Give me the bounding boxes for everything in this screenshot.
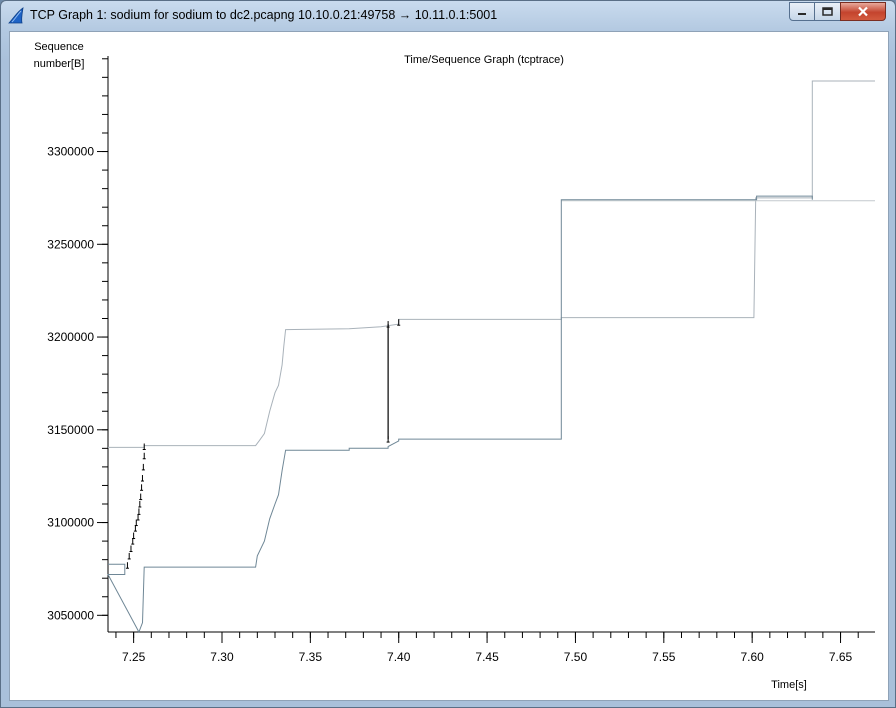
x-tick-label: 7.40 [387,650,411,664]
x-tick-label: 7.65 [829,650,853,664]
window-title: TCP Graph 1: sodium for sodium to dc2.pc… [30,8,498,22]
close-icon [858,6,868,17]
maximize-icon [822,7,833,16]
x-tick-label: 7.45 [475,650,499,664]
minimize-icon [798,12,806,15]
x-tick-label: 7.55 [652,650,676,664]
y-tick-label: 3250000 [47,237,94,251]
receive-window-series [108,80,875,448]
axis-ticks: 7.25 7.30 7.35 7.40 7.45 7.50 7.55 7.60 7.65 3050… [47,58,859,664]
minimize-button[interactable] [789,2,815,21]
tcp-sequence-graph[interactable]: Time/Sequence Graph (tcptrace) Sequence … [10,32,888,700]
y-tick-label: 3050000 [47,608,94,622]
title-bar[interactable]: TCP Graph 1: sodium for sodium to dc2.pc… [1,1,895,31]
graph-window: TCP Graph 1: sodium for sodium to dc2.pc… [0,0,896,708]
y-axis-label-line2: number[B] [34,58,85,70]
x-tick-label: 7.25 [122,650,146,664]
x-tick-label: 7.35 [299,650,323,664]
x-tick-label: 7.60 [740,650,764,664]
chart-title: Time/Sequence Graph (tcptrace) [404,54,564,66]
graph-area[interactable]: Time/Sequence Graph (tcptrace) Sequence … [9,31,889,701]
y-tick-label: 3150000 [47,423,94,437]
y-tick-label: 3100000 [47,516,94,530]
y-axis-label-line1: Sequence [34,41,84,53]
y-tick-label: 3200000 [47,330,94,344]
x-tick-label: 7.50 [564,650,588,664]
close-button[interactable] [840,2,886,21]
x-axis-label: Time[s] [771,679,807,691]
x-tick-label: 7.30 [210,650,234,664]
wireshark-fin-icon [8,7,24,24]
y-tick-label: 3300000 [47,145,94,159]
graph-series [107,80,875,634]
maximize-button[interactable] [814,2,841,21]
ack-line-series [107,195,813,634]
